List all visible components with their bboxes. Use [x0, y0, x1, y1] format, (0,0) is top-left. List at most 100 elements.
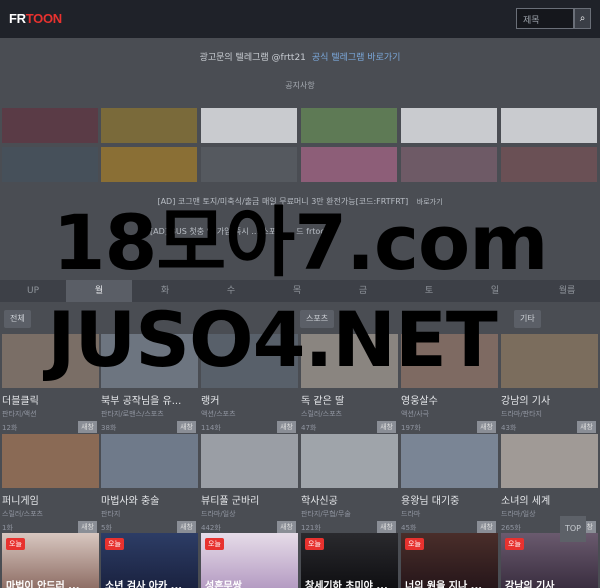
today-comic-card[interactable]: 오늘 성흔무쌍: [201, 533, 298, 588]
today-comic-card[interactable]: 오늘 창세기하 초미야 ...: [301, 533, 398, 588]
ad-banner-12[interactable]: [501, 147, 597, 182]
ad-banner-11[interactable]: [401, 147, 497, 182]
episode-count: 442화: [201, 524, 221, 532]
episode-count: 12화: [2, 424, 18, 432]
comic-genre: 액션/스포츠: [201, 410, 236, 418]
telegram-text: 광고문의 텔레그램 @frtt21: [199, 53, 306, 63]
comic-genre: 스릴러/스포츠: [2, 510, 43, 518]
comic-card[interactable]: 용왕님 대기중 드라마 45화 새창: [401, 434, 498, 537]
ad-banner-4[interactable]: [301, 108, 397, 143]
today-comic-title: 성흔무쌍: [205, 581, 242, 588]
comic-title: 소녀의 세계: [501, 496, 551, 507]
today-badge: 오늘: [505, 538, 524, 550]
today-comic-card[interactable]: 오늘 소년 검사 아카 ...: [101, 533, 198, 588]
today-badge: 오늘: [405, 538, 424, 550]
today-badge: 오늘: [305, 538, 324, 550]
new-window-button[interactable]: 새창: [277, 521, 296, 533]
episode-count: 1화: [2, 524, 13, 532]
new-window-button[interactable]: 새창: [377, 521, 396, 533]
comic-genre: 판타지: [101, 510, 121, 518]
episode-count: 121화: [301, 524, 321, 532]
new-window-button[interactable]: 새창: [177, 421, 196, 433]
site-logo[interactable]: FRTOON: [9, 11, 62, 26]
comic-card[interactable]: 학사신공 판타지/무협/무술 121화 새창: [301, 434, 398, 537]
telegram-notice: 광고문의 텔레그램 @frtt21 공식 텔레그램 바로가기: [0, 50, 600, 63]
logo-part-fr: FR: [9, 11, 26, 26]
episode-count: 45화: [401, 524, 417, 532]
comic-thumbnail: [501, 434, 598, 488]
scroll-top-button[interactable]: TOP: [560, 516, 586, 542]
ad-banner-3[interactable]: [201, 108, 297, 143]
episode-count: 5화: [101, 524, 112, 532]
comic-card[interactable]: 뷰티풀 군바리 드라마/일상 442화 새창: [201, 434, 298, 537]
comic-genre: 드라마/판타지: [501, 410, 542, 418]
episode-count: 114화: [201, 424, 221, 432]
episode-count: 265화: [501, 524, 521, 532]
episode-count: 47화: [301, 424, 317, 432]
ad-banner-6[interactable]: [501, 108, 597, 143]
comic-card[interactable]: 마법사와 충술 판타지 5화 새창: [101, 434, 198, 537]
comic-title: 퍼니게임: [2, 496, 39, 507]
today-comics-row: 오늘 마법이 안드러 ... 오늘 소년 검사 아카 ... 오늘 성흔무쌍 오…: [0, 533, 600, 588]
new-window-button[interactable]: 새창: [477, 521, 496, 533]
comic-title: 학사신공: [301, 496, 338, 507]
ad-banner-1[interactable]: [2, 108, 98, 143]
comic-title: 독 같은 딸: [301, 396, 345, 407]
new-window-button[interactable]: 새창: [477, 421, 496, 433]
comic-genre: 판타지/액션: [2, 410, 37, 418]
comic-genre: 드라마/일상: [201, 510, 236, 518]
comic-title: 북부 공작님을 유...: [101, 396, 182, 407]
comic-card[interactable]: 퍼니게임 스릴러/스포츠 1화 새창: [2, 434, 99, 537]
comic-title: 마법사와 충술: [101, 496, 160, 507]
search-button[interactable]: ⌕: [574, 8, 591, 29]
ad-banner-2[interactable]: [101, 108, 197, 143]
comic-title: 강남의 기사: [501, 396, 551, 407]
comic-title: 뷰티풀 군바리: [201, 496, 260, 507]
comic-genre: 판타지/무협/무술: [301, 510, 351, 518]
today-comic-title: 창세기하 초미야 ...: [305, 581, 388, 588]
notice-sub[interactable]: 공지사항: [0, 80, 600, 91]
ad-banner-8[interactable]: [101, 147, 197, 182]
telegram-link[interactable]: 공식 텔레그램 바로가기: [312, 53, 401, 63]
new-window-button[interactable]: 새창: [78, 521, 97, 533]
today-comic-card[interactable]: 오늘 너의 원을 지나 ...: [401, 533, 498, 588]
today-comic-title: 강남의 기사: [505, 581, 555, 588]
comic-genre: 판타지/로맨스/스포츠: [101, 410, 164, 418]
today-badge: 오늘: [205, 538, 224, 550]
comic-genre: 스릴러/스포츠: [301, 410, 342, 418]
episode-count: 43화: [501, 424, 517, 432]
new-window-button[interactable]: 새창: [177, 521, 196, 533]
new-window-button[interactable]: 새창: [78, 421, 97, 433]
today-comic-card[interactable]: 오늘 마법이 안드러 ...: [2, 533, 99, 588]
today-comic-title: 소년 검사 아카 ...: [105, 581, 183, 588]
comic-title: 랭커: [201, 396, 220, 407]
today-comic-title: 너의 원을 지나 ...: [405, 581, 483, 588]
new-window-button[interactable]: 새창: [377, 421, 396, 433]
ad-banner-7[interactable]: [2, 147, 98, 182]
watermark-line-2: JUSO4.NET: [47, 295, 497, 384]
comic-thumbnail: [201, 434, 298, 488]
comic-genre: 액션/사극: [401, 410, 430, 418]
new-window-button[interactable]: 새창: [577, 421, 596, 433]
search-input[interactable]: 제목: [516, 8, 574, 29]
logo-part-toon: TOON: [25, 11, 62, 26]
comic-title: 더블클릭: [2, 396, 39, 407]
episode-count: 38화: [101, 424, 117, 432]
ad-banner-10[interactable]: [301, 147, 397, 182]
search-icon: ⌕: [579, 13, 586, 24]
today-badge: 오늘: [105, 538, 124, 550]
comic-thumbnail: [2, 434, 99, 488]
episode-count: 197화: [401, 424, 421, 432]
comic-genre: 드라마: [401, 510, 421, 518]
comic-title: 용왕님 대기중: [401, 496, 460, 507]
ad-banner-5[interactable]: [401, 108, 497, 143]
today-comic-title: 마법이 안드러 ...: [6, 581, 80, 588]
watermark-line-1: 18모아7.com: [52, 198, 549, 287]
comic-title: 영웅살수: [401, 396, 438, 407]
top-bar: FRTOON 제목 ⌕: [0, 0, 600, 38]
ad-banner-9[interactable]: [201, 147, 297, 182]
new-window-button[interactable]: 새창: [277, 421, 296, 433]
comic-thumbnail: [401, 434, 498, 488]
comic-thumbnail: [101, 434, 198, 488]
today-badge: 오늘: [6, 538, 25, 550]
